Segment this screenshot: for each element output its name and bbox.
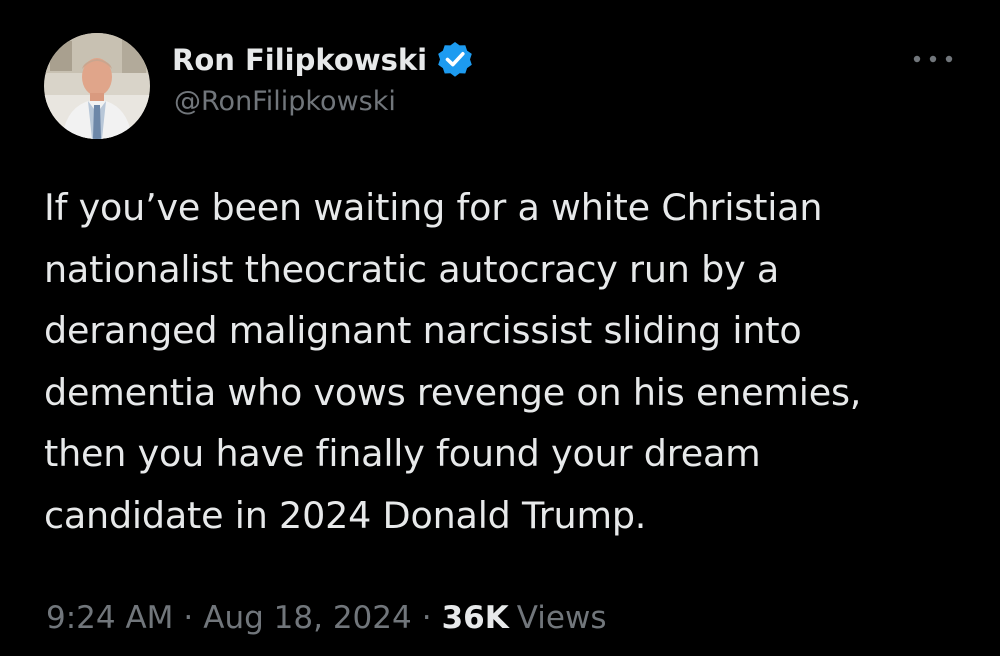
author-display-name[interactable]: Ron Filipkowski: [172, 43, 427, 77]
avatar-photo: [44, 33, 150, 139]
tweet-text-line: dementia who vows revenge on his enemies…: [44, 370, 862, 414]
tweet-time[interactable]: 9:24 AM: [46, 600, 173, 636]
tweet-date[interactable]: Aug 18, 2024: [203, 600, 411, 636]
verified-badge-icon: [435, 40, 475, 80]
more-options-icon[interactable]: [908, 44, 958, 74]
tweet-metadata: 9:24 AM · Aug 18, 2024 · 36K Views: [46, 600, 606, 636]
tweet-text-line: deranged malignant narcissist sliding in…: [44, 309, 802, 352]
tweet-card: Ron Filipkowski @RonFilipkowski If you’v…: [0, 0, 1000, 656]
views-label[interactable]: Views: [517, 600, 607, 636]
tweet-text-line: nationalist theocratic autocracy run by …: [44, 247, 780, 291]
author-name-row[interactable]: Ron Filipkowski: [172, 38, 475, 82]
meta-separator: ·: [183, 600, 194, 636]
tweet-text-line: then you have finally found your dream: [44, 432, 761, 475]
views-count[interactable]: 36K: [442, 600, 509, 636]
author-avatar[interactable]: [44, 33, 150, 139]
meta-separator: ·: [421, 600, 432, 636]
tweet-text: If you’ve been waiting for a white Chris…: [44, 177, 964, 546]
author-handle[interactable]: @RonFilipkowski: [174, 86, 396, 117]
tweet-text-line: If you’ve been waiting for a white Chris…: [44, 186, 823, 229]
tweet-text-line: candidate in 2024 Donald Trump.: [44, 493, 647, 537]
